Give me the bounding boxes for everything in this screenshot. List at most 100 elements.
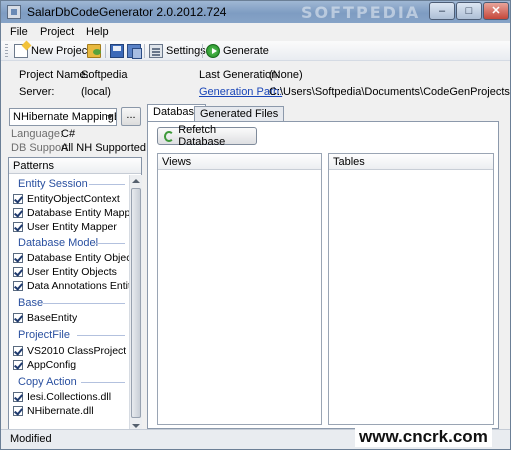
checkbox[interactable] [13, 406, 23, 416]
project-name-label: Project Name: [19, 69, 89, 81]
group-divider [81, 382, 125, 383]
menu-help[interactable]: Help [86, 26, 109, 38]
refetch-database-button[interactable]: Refetch Database [157, 124, 257, 148]
close-button[interactable]: ✕ [483, 2, 509, 20]
views-list[interactable]: Views [157, 153, 322, 425]
app-window: SalarDbCodeGenerator 2.0.2012.724 SOFTPE… [0, 0, 511, 450]
checkbox[interactable] [13, 281, 23, 291]
checkbox[interactable] [13, 194, 23, 204]
refetch-database-label: Refetch Database [178, 124, 226, 148]
title-bar: SalarDbCodeGenerator 2.0.2012.724 SOFTPE… [1, 1, 510, 23]
status-text: Modified [10, 433, 52, 445]
group-title-base: Base [18, 297, 44, 309]
pattern-item[interactable]: BaseEntity [13, 311, 77, 325]
save-all-button[interactable] [127, 43, 144, 59]
checkbox[interactable] [13, 360, 23, 370]
patterns-list: Patterns Entity Session EntityObjectCont… [8, 157, 142, 433]
tab-generated-files[interactable]: Generated Files [194, 106, 285, 121]
pattern-combo[interactable]: NHibernate MappingByC [9, 108, 117, 126]
group-title-project-file: ProjectFile [18, 329, 70, 341]
settings-label: Settings [166, 45, 206, 57]
save-icon [110, 44, 124, 58]
new-project-label: New Project [31, 45, 91, 57]
toolbar-separator [105, 44, 106, 58]
scroll-thumb[interactable] [131, 188, 141, 418]
save-button[interactable] [110, 43, 127, 59]
checkbox[interactable] [13, 253, 23, 263]
pattern-item-label: EntityObjectContext [27, 193, 120, 205]
scroll-up-arrow-icon[interactable] [132, 179, 140, 183]
refresh-icon [164, 130, 175, 142]
browse-pattern-button[interactable]: ... [121, 107, 141, 126]
pattern-item-label: Database Entity Mapper [27, 207, 135, 219]
save-all-icon [127, 44, 142, 59]
group-divider [43, 303, 125, 304]
chevron-down-icon [107, 115, 113, 119]
open-project-button[interactable] [87, 43, 104, 59]
toolbar-separator [144, 44, 145, 58]
maximize-button[interactable]: □ [456, 2, 482, 20]
pattern-item[interactable]: NHibernate.dll [13, 404, 94, 418]
toolbar-grip [5, 44, 8, 58]
pattern-item[interactable]: Database Entity Objects [13, 251, 135, 265]
pattern-item-label: Iesi.Collections.dll [27, 391, 112, 403]
scroll-down-arrow-icon[interactable] [132, 424, 140, 428]
pattern-item-label: BaseEntity [27, 312, 78, 324]
minimize-button[interactable]: – [429, 2, 455, 20]
pattern-item-label: Database Entity Objects [27, 252, 135, 264]
generate-label: Generate [223, 45, 269, 57]
generate-button[interactable]: Generate [206, 43, 269, 59]
pattern-item[interactable]: Database Entity Mapper [13, 206, 135, 220]
checkbox[interactable] [13, 313, 23, 323]
server-label: Server: [19, 86, 55, 98]
toolbar: New Project Settings Generate [1, 41, 510, 61]
new-project-icon [14, 44, 28, 58]
pattern-item-label: VS2010 ClassProject [27, 345, 127, 357]
group-title-database-model: Database Model [18, 237, 99, 249]
group-divider [95, 243, 125, 244]
generation-path-value: C:\Users\Softpedia\Documents\CodeGenProj… [269, 86, 510, 98]
pattern-item[interactable]: User Entity Objects [13, 265, 117, 279]
language-label: Language: [11, 128, 63, 140]
tables-list[interactable]: Tables [328, 153, 494, 425]
checkbox[interactable] [13, 222, 23, 232]
site-watermark: www.cncrk.com [355, 427, 492, 447]
checkbox[interactable] [13, 267, 23, 277]
checkbox[interactable] [13, 208, 23, 218]
checkbox[interactable] [13, 392, 23, 402]
settings-button[interactable]: Settings [149, 43, 206, 59]
pattern-item-label: User Entity Mapper [27, 221, 117, 233]
group-divider [89, 184, 125, 185]
menu-file[interactable]: File [10, 26, 28, 38]
settings-icon [149, 44, 163, 58]
pattern-item-label: AppConfig [27, 359, 77, 371]
new-project-button[interactable]: New Project [14, 43, 90, 59]
project-name-value: Softpedia [81, 69, 128, 81]
pattern-item[interactable]: VS2010 ClassProject [13, 344, 126, 358]
pattern-item[interactable]: AppConfig [13, 358, 76, 372]
generate-icon [206, 44, 220, 58]
views-header: Views [158, 154, 321, 170]
pattern-item[interactable]: Data Annotations Entity Obj... [13, 279, 135, 293]
pattern-item-label: User Entity Objects [27, 266, 117, 278]
language-value: C# [61, 128, 76, 140]
pattern-combo-value: NHibernate MappingByC [13, 111, 116, 123]
patterns-header: Patterns [9, 158, 141, 174]
group-title-copy-action: Copy Action [18, 376, 77, 388]
db-support-value: All NH Supported ... [61, 142, 159, 154]
pattern-item-label: Data Annotations Entity Obj... [27, 280, 135, 292]
pattern-item[interactable]: EntityObjectContext [13, 192, 120, 206]
toolbar-separator [202, 44, 203, 58]
open-folder-icon [87, 44, 101, 58]
window-title: SalarDbCodeGenerator 2.0.2012.724 [27, 5, 227, 19]
menu-bar: File Project Help [1, 23, 510, 41]
pattern-item[interactable]: Iesi.Collections.dll [13, 390, 111, 404]
group-title-entity-session: Entity Session [18, 178, 88, 190]
group-divider [77, 335, 125, 336]
patterns-scrollbar[interactable] [129, 175, 142, 432]
checkbox[interactable] [13, 346, 23, 356]
pattern-item[interactable]: User Entity Mapper [13, 220, 117, 234]
pattern-item-label: NHibernate.dll [27, 405, 94, 417]
menu-project[interactable]: Project [40, 26, 74, 38]
server-value: (local) [81, 86, 111, 98]
